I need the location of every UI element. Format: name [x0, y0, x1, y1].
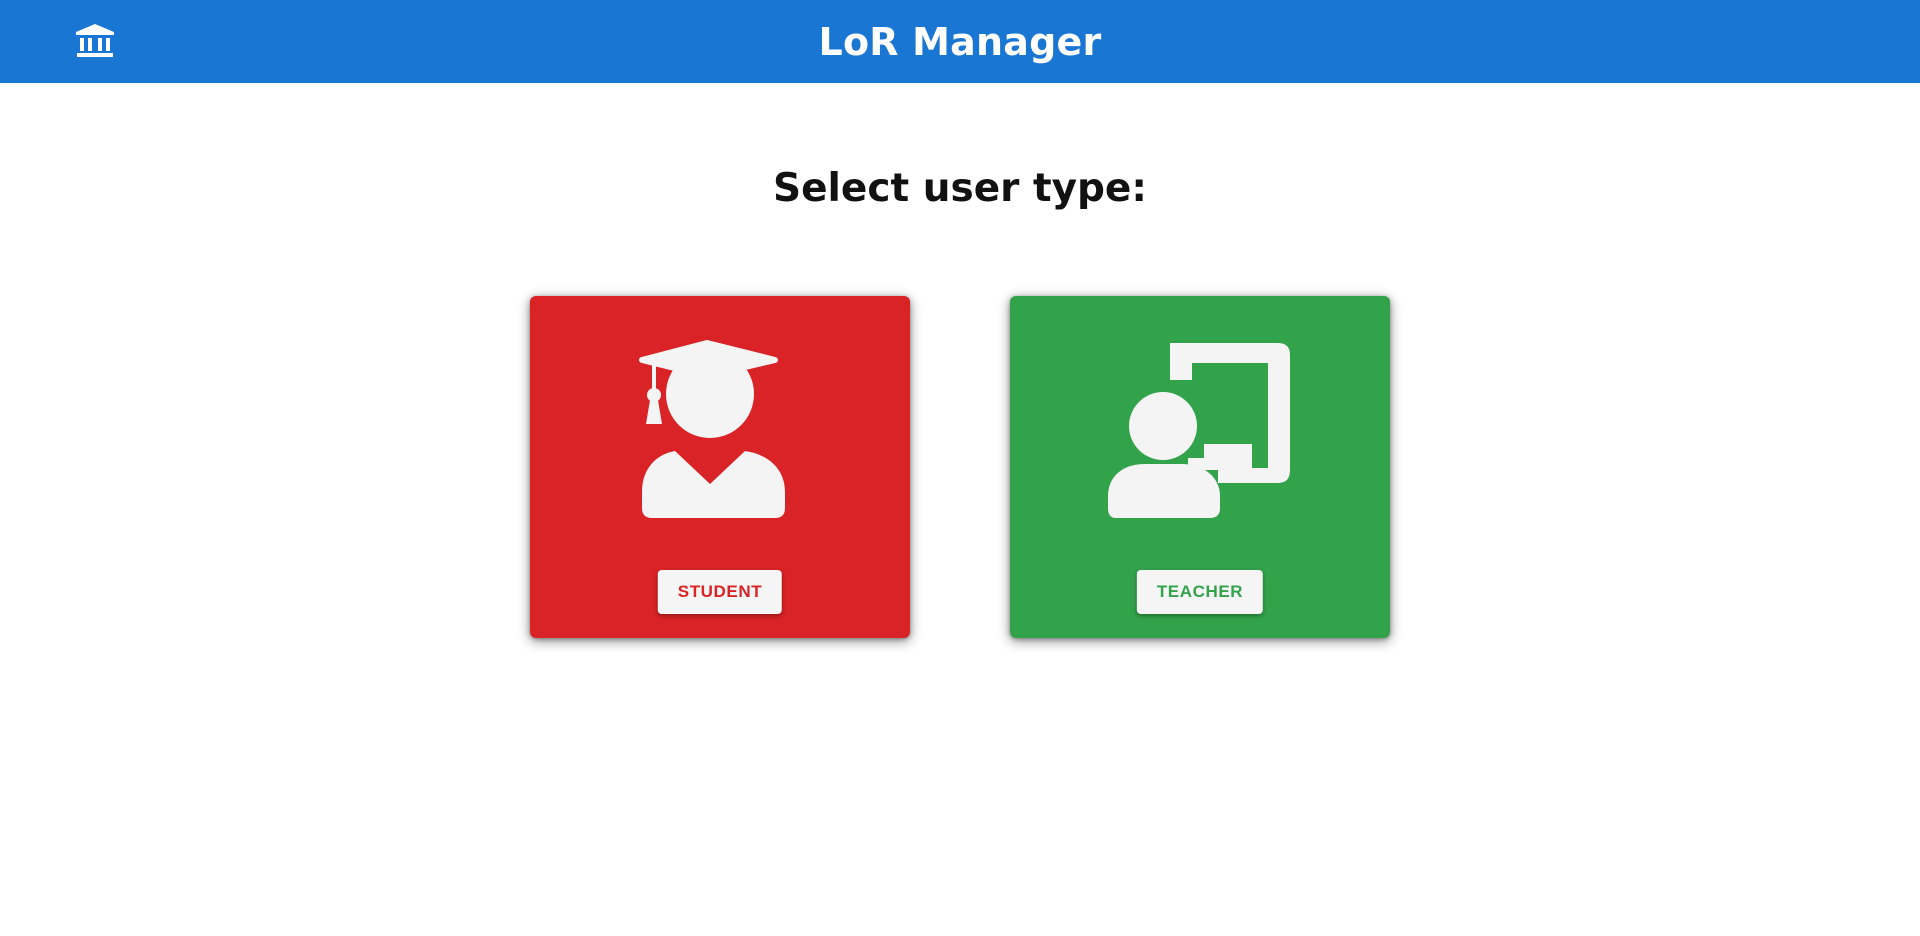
teacher-board-icon [1010, 338, 1390, 528]
teacher-button[interactable]: TEACHER [1136, 570, 1264, 614]
home-button[interactable] [74, 22, 116, 60]
bank-icon [76, 24, 114, 57]
graduate-icon [530, 338, 910, 528]
app-bar: LoR Manager [0, 0, 1920, 83]
page-heading: Select user type: [773, 166, 1147, 211]
student-card[interactable]: STUDENT [530, 296, 910, 638]
student-button[interactable]: STUDENT [657, 570, 783, 614]
app-title: LoR Manager [818, 19, 1102, 64]
teacher-card[interactable]: TEACHER [1010, 296, 1390, 638]
